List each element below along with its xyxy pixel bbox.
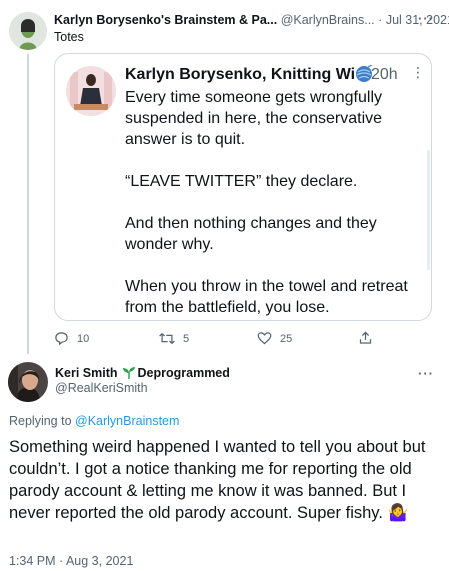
tweet2-header: Keri Smith Deprogrammed [55, 366, 230, 380]
separator-dot: · [378, 13, 383, 27]
author-handle[interactable]: @KarlynBrains... [281, 13, 375, 27]
quoted-paragraph: Every time someone gets wrongfully suspe… [125, 89, 383, 148]
heart-icon [257, 331, 272, 346]
like-count: 25 [280, 332, 293, 345]
author-name[interactable]: Karlyn Borysenko's Brainstem & Pa... [54, 13, 277, 27]
reply-icon [54, 331, 69, 346]
like-button[interactable]: 25 [257, 331, 292, 346]
avatar-keri[interactable] [8, 362, 48, 402]
retweet-button[interactable]: 5 [159, 331, 189, 346]
shrug-emoji: 🤷‍♀️ [387, 504, 409, 522]
replying-to-link[interactable]: @KarlynBrainstem [75, 414, 179, 428]
more-options-icon[interactable]: ··· [418, 11, 434, 26]
replying-to: Replying to @KarlynBrainstem [9, 414, 179, 428]
tweet-timestamp[interactable]: 1:34 PM · Aug 3, 2021 [9, 554, 133, 568]
quoted-paragraph: And then nothing changes and they wonder… [125, 215, 377, 253]
quoted-body: Every time someone gets wrongfully suspe… [125, 87, 415, 318]
tweet-body: Something weird happened I wanted to tel… [9, 438, 426, 522]
retweet-count: 5 [183, 332, 190, 345]
replying-prefix: Replying to [9, 414, 76, 428]
quoted-paragraph: When you throw in the towel and retreat … [125, 278, 408, 316]
thread-line [27, 54, 29, 354]
tweet1-header: Karlyn Borysenko's Brainstem & Pa... @Ka… [54, 13, 449, 31]
card-scrollbar[interactable] [427, 150, 430, 270]
share-icon [358, 330, 373, 346]
quoted-time[interactable]: 20h [371, 66, 398, 84]
sprout-icon [122, 367, 136, 379]
tweet2-text: Something weird happened I wanted to tel… [9, 436, 439, 524]
author-name[interactable]: Keri Smith [55, 366, 118, 380]
tweet1-text: Totes [54, 30, 84, 44]
avatar-karlyn[interactable] [9, 12, 47, 50]
reply-button[interactable]: 10 [54, 331, 89, 346]
quoted-author-name[interactable]: Karlyn Borysenko, Knitting Wit... [125, 66, 355, 84]
author-badge: Deprogrammed [137, 366, 230, 380]
quoted-paragraph: “LEAVE TWITTER” they declare. [125, 173, 358, 190]
retweet-icon [159, 331, 175, 346]
author-handle[interactable]: @RealKeriSmith [55, 381, 148, 395]
quoted-more-icon[interactable]: ⋮ [411, 64, 425, 81]
avatar-quoted-author[interactable] [66, 66, 116, 116]
share-button[interactable] [358, 330, 373, 351]
more-options-icon[interactable]: ··· [418, 366, 434, 381]
reply-count: 10 [77, 332, 90, 345]
